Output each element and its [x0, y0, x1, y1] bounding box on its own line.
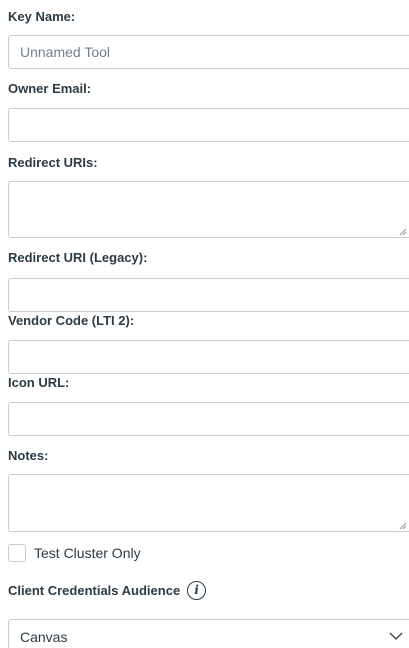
test-cluster-only-checkbox-row[interactable]: Test Cluster Only — [8, 543, 141, 563]
info-icon[interactable]: i — [187, 580, 207, 600]
client-credentials-audience-header: Client Credentials Audience i — [8, 579, 207, 601]
notes-label: Notes: — [8, 448, 49, 463]
vendor-code-label: Vendor Code (LTI 2): — [8, 313, 135, 328]
icon-url-input[interactable] — [8, 402, 409, 436]
redirect-uri-legacy-label: Redirect URI (Legacy): — [8, 250, 148, 265]
key-name-input[interactable] — [8, 35, 409, 69]
key-name-label: Key Name: — [8, 9, 76, 24]
redirect-uris-textarea[interactable] — [8, 181, 409, 238]
redirect-uris-label: Redirect URIs: — [8, 155, 98, 170]
owner-email-label: Owner Email: — [8, 81, 92, 96]
owner-email-input[interactable] — [8, 108, 409, 142]
vendor-code-input[interactable] — [8, 340, 409, 374]
select-selected-value: Canvas — [20, 629, 68, 645]
test-cluster-only-checkbox[interactable] — [8, 544, 26, 562]
redirect-uri-legacy-input[interactable] — [8, 278, 409, 312]
chevron-down-icon — [389, 632, 403, 640]
client-credentials-audience-select[interactable]: Canvas — [8, 619, 409, 648]
client-credentials-audience-label: Client Credentials Audience — [8, 582, 181, 598]
icon-url-label: Icon URL: — [8, 375, 70, 390]
test-cluster-only-label[interactable]: Test Cluster Only — [34, 545, 141, 561]
notes-textarea[interactable] — [8, 474, 409, 532]
